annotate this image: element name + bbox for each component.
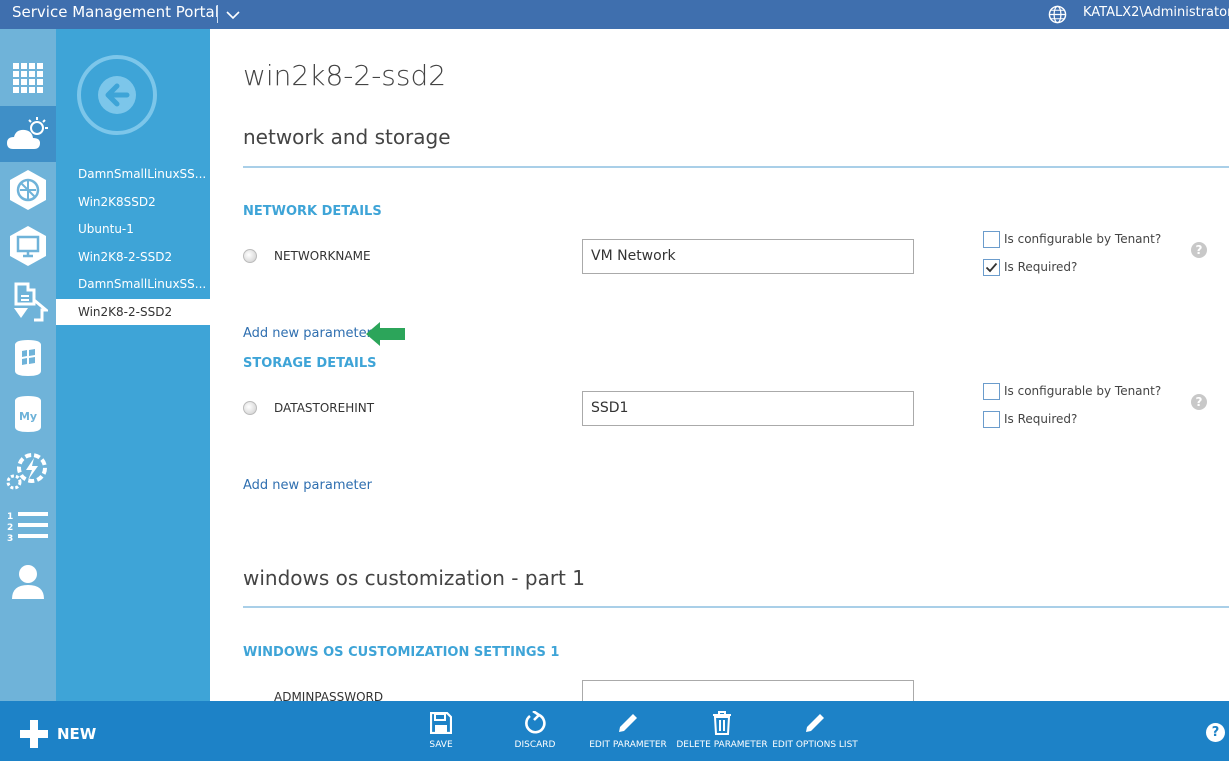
rail-cloud-services[interactable] (0, 106, 56, 162)
svg-text:My: My (19, 410, 37, 423)
help-icon[interactable]: ? (1206, 723, 1225, 742)
storage-configurable-checkbox[interactable] (983, 383, 1000, 400)
storage-param-name: DATASTOREHINT (274, 401, 375, 415)
save-label: SAVE (429, 740, 453, 750)
rail-user-accounts[interactable] (0, 554, 56, 610)
network-details-heading: NETWORK DETAILS (243, 204, 382, 219)
main-content: win2k8-2-ssd2 network and storage NETWOR… (210, 29, 1229, 701)
storage-required-label: Is Required? (1004, 412, 1078, 426)
sql-icon (15, 340, 41, 376)
list-item[interactable]: DamnSmallLinuxSS... (56, 271, 210, 297)
section-divider (243, 606, 1229, 608)
portal-title[interactable]: Service Management Portal (12, 3, 219, 21)
network-name-input[interactable]: VM Network (582, 239, 914, 274)
save-icon (430, 712, 452, 734)
edit-parameter-label: EDIT PARAMETER (589, 740, 667, 750)
rail-virtual-machines[interactable] (0, 218, 56, 274)
user-accounts-icon (12, 565, 44, 599)
network-icon (10, 170, 46, 210)
globe-icon[interactable] (1048, 5, 1067, 24)
plus-icon (20, 720, 48, 748)
vm-icon (10, 226, 46, 266)
rail-mysql[interactable]: My (0, 386, 56, 442)
green-arrow-annotation-icon (366, 322, 405, 346)
top-bar: Service Management Portal KATALX2\Admini… (0, 0, 1229, 29)
windows-os-settings-heading: WINDOWS OS CUSTOMIZATION SETTINGS 1 (243, 645, 560, 660)
rail-all-items[interactable] (0, 50, 56, 106)
network-configurable-label: Is configurable by Tenant? (1004, 232, 1162, 246)
cloud-icon (7, 117, 48, 149)
section-divider (243, 166, 1229, 168)
deploy-icon (14, 282, 48, 322)
item-list-panel: DamnSmallLinuxSS... Win2K8SSD2 Ubuntu-1 … (56, 29, 210, 701)
network-help-icon[interactable]: ? (1191, 242, 1207, 258)
rail-networks[interactable] (0, 162, 56, 218)
title-separator (217, 5, 218, 23)
list-item[interactable]: Win2K8-2-SSD2 (56, 244, 210, 270)
save-button[interactable]: SAVE (421, 710, 461, 750)
network-param-name: NETWORKNAME (274, 249, 371, 263)
rail-plans[interactable]: 1 2 3 (0, 498, 56, 554)
checkmark-icon (985, 262, 998, 273)
storage-param-radio[interactable] (243, 401, 257, 415)
plan-list-icon: 1 2 3 (7, 512, 48, 543)
storage-configurable-label: Is configurable by Tenant? (1004, 384, 1162, 398)
datastore-hint-input[interactable]: SSD1 (582, 391, 914, 426)
section-heading-windows-os: windows os customization - part 1 (243, 566, 585, 590)
list-item[interactable]: DamnSmallLinuxSS... (56, 161, 210, 187)
rail-deploy[interactable] (0, 274, 56, 330)
storage-details-heading: STORAGE DETAILS (243, 356, 377, 371)
storage-required-checkbox[interactable] (983, 411, 1000, 428)
svg-text:3: 3 (7, 534, 13, 543)
list-item[interactable]: Win2K8SSD2 (56, 189, 210, 215)
command-bar: NEW SAVE DISCARD EDIT PARAMETER DELETE P… (0, 701, 1229, 761)
network-configurable-checkbox[interactable] (983, 231, 1000, 248)
mysql-icon: My (15, 396, 41, 432)
back-button[interactable] (77, 55, 157, 135)
svg-text:2: 2 (7, 523, 13, 533)
rail-automation[interactable] (0, 442, 56, 498)
edit-parameter-icon (619, 714, 637, 732)
admin-password-input[interactable] (582, 680, 914, 701)
list-item-selected[interactable]: Win2K8-2-SSD2 (56, 299, 210, 325)
edit-options-list-button[interactable]: EDIT OPTIONS LIST (772, 710, 858, 750)
all-items-grid-icon (13, 63, 43, 93)
discard-button[interactable]: DISCARD (510, 710, 560, 750)
new-button[interactable]: NEW (20, 720, 96, 748)
edit-parameter-button[interactable]: EDIT PARAMETER (588, 710, 668, 750)
section-heading-network-storage: network and storage (243, 125, 451, 149)
network-required-label: Is Required? (1004, 260, 1078, 274)
delete-icon (713, 711, 731, 735)
storage-help-icon[interactable]: ? (1191, 394, 1207, 410)
rail-sql-servers[interactable] (0, 330, 56, 386)
service-rail: My 1 2 3 (0, 29, 56, 701)
page-title: win2k8-2-ssd2 (243, 59, 447, 92)
add-storage-parameter-link[interactable]: Add new parameter (243, 478, 372, 493)
back-arrow-icon (98, 76, 136, 114)
edit-options-icon (806, 714, 824, 732)
delete-parameter-button[interactable]: DELETE PARAMETER (676, 710, 768, 750)
edit-options-list-label: EDIT OPTIONS LIST (772, 740, 858, 750)
network-required-checkbox[interactable] (983, 259, 1000, 276)
delete-parameter-label: DELETE PARAMETER (676, 740, 768, 750)
add-network-parameter-link[interactable]: Add new parameter (243, 326, 372, 341)
automation-icon (6, 453, 47, 490)
user-account[interactable]: KATALX2\Administrator (1083, 5, 1229, 20)
discard-label: DISCARD (514, 740, 556, 750)
admin-password-label: ADMINPASSWORD (274, 690, 384, 701)
chevron-down-icon[interactable] (225, 7, 241, 23)
new-button-label: NEW (57, 725, 97, 743)
network-param-radio[interactable] (243, 249, 257, 263)
discard-icon (525, 711, 546, 734)
svg-text:1: 1 (7, 512, 13, 522)
list-item[interactable]: Ubuntu-1 (56, 216, 210, 242)
